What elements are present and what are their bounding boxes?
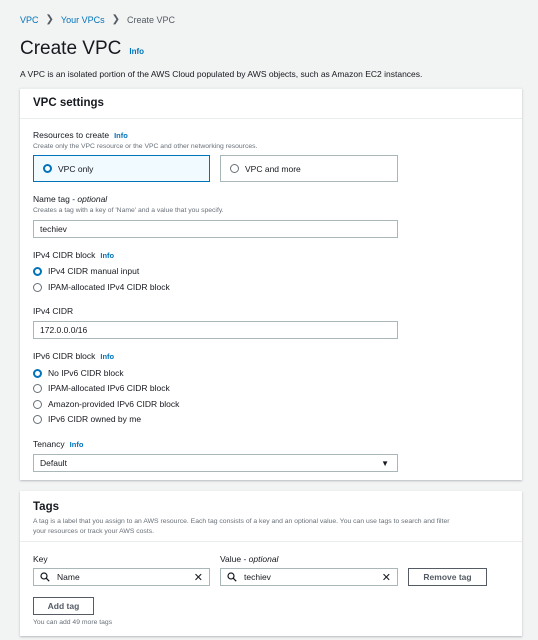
tags-panel: Tags A tag is a label that you assign to… xyxy=(20,491,522,636)
radio-ipv6-amazon[interactable]: Amazon-provided IPv6 CIDR block xyxy=(33,399,179,409)
page-title: Create VPC xyxy=(20,38,122,59)
resources-label: Resources to create Info xyxy=(33,130,128,140)
tenancy-info-link[interactable]: Info xyxy=(70,440,84,449)
radio-selected-icon xyxy=(43,164,52,173)
tag-value-input[interactable]: techiev ✕ xyxy=(220,568,398,586)
remove-tag-button[interactable]: Remove tag xyxy=(408,568,487,586)
breadcrumb-vpc[interactable]: VPC xyxy=(20,15,39,25)
caret-down-icon: ▼ xyxy=(381,459,389,468)
tag-key-input[interactable]: Name ✕ xyxy=(33,568,210,586)
tag-key-label: Key xyxy=(33,554,48,564)
radio-unselected-icon xyxy=(33,414,42,424)
page-description: A VPC is an isolated portion of the AWS … xyxy=(20,69,423,79)
radio-unselected-icon xyxy=(230,164,239,173)
search-icon xyxy=(40,572,50,582)
radio-ipv4-manual[interactable]: IPv4 CIDR manual input xyxy=(33,266,139,276)
ipv6-info-link[interactable]: Info xyxy=(100,352,114,361)
radio-unselected-icon xyxy=(33,282,42,292)
chevron-right-icon: ❯ xyxy=(111,14,120,25)
vpc-settings-heading: VPC settings xyxy=(20,89,522,119)
radio-selected-icon xyxy=(33,266,42,276)
breadcrumb-your-vpcs[interactable]: Your VPCs xyxy=(61,15,105,25)
resources-info-link[interactable]: Info xyxy=(114,131,128,140)
radio-unselected-icon xyxy=(33,399,42,409)
clear-icon[interactable]: ✕ xyxy=(194,571,203,584)
radio-no-ipv6[interactable]: No IPv6 CIDR block xyxy=(33,368,124,378)
radio-ipv6-ipam[interactable]: IPAM-allocated IPv6 CIDR block xyxy=(33,383,170,393)
tag-value-label: Value - optional xyxy=(220,554,279,564)
vpc-settings-panel: VPC settings Resources to create Info Cre… xyxy=(20,88,522,480)
tags-description: A tag is a label that you assign to an A… xyxy=(33,518,450,535)
ipv4-info-link[interactable]: Info xyxy=(100,251,114,260)
tags-heading: Tags xyxy=(33,501,59,513)
ipv4-cidr-input[interactable]: 172.0.0.0/16 xyxy=(33,321,398,339)
ipv4-cidr-label: IPv4 CIDR xyxy=(33,306,74,316)
title-info-link[interactable]: Info xyxy=(129,47,144,56)
radio-ipv6-owned[interactable]: IPv6 CIDR owned by me xyxy=(33,414,141,424)
tenancy-select[interactable]: Default ▼ xyxy=(33,454,398,472)
breadcrumb-current: Create VPC xyxy=(127,14,176,25)
chevron-right-icon: ❯ xyxy=(45,14,54,25)
ipv4-block-label: IPv4 CIDR block Info xyxy=(33,250,115,260)
tenancy-label: Tenancy Info xyxy=(33,439,84,449)
search-icon xyxy=(227,572,237,582)
tile-vpc-and-more[interactable]: VPC and more xyxy=(220,155,398,182)
ipv6-block-label: IPv6 CIDR block Info xyxy=(33,351,115,361)
tile-vpc-only[interactable]: VPC only xyxy=(33,155,210,182)
tags-remaining: You can add 49 more tags xyxy=(33,619,113,626)
add-tag-button[interactable]: Add tag xyxy=(33,597,94,615)
resources-hint: Create only the VPC resource or the VPC … xyxy=(33,143,258,150)
breadcrumb: VPC ❯ Your VPCs ❯ Create VPC xyxy=(20,14,175,25)
name-tag-input[interactable]: techiev xyxy=(33,220,398,238)
name-tag-label: Name tag - optional xyxy=(33,194,108,204)
page-title-row: Create VPC Info xyxy=(20,38,144,60)
radio-unselected-icon xyxy=(33,383,42,393)
radio-ipv4-ipam[interactable]: IPAM-allocated IPv4 CIDR block xyxy=(33,282,170,292)
name-tag-hint: Creates a tag with a key of 'Name' and a… xyxy=(33,207,224,214)
clear-icon[interactable]: ✕ xyxy=(382,571,391,584)
radio-selected-icon xyxy=(33,368,42,378)
